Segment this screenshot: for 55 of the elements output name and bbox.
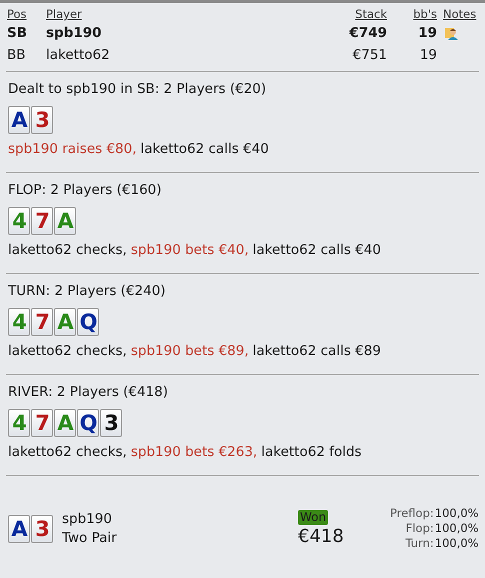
action-text: laketto62 checks, bbox=[8, 444, 127, 460]
table-cell-text: 19 bbox=[417, 24, 437, 43]
equity-value: 100,0% bbox=[434, 536, 479, 551]
hand-name: Two Pair bbox=[62, 528, 118, 548]
table-cell-text: 19 bbox=[418, 46, 437, 65]
action-text: laketto62 checks, bbox=[8, 242, 127, 258]
action-text: laketto62 calls €89 bbox=[252, 343, 381, 359]
table-cell-text: €749 bbox=[348, 24, 387, 43]
equity-value: 100,0% bbox=[434, 506, 479, 521]
user-note-icon[interactable] bbox=[445, 27, 459, 40]
playing-card: 3 bbox=[31, 514, 53, 542]
playing-card: 7 bbox=[31, 409, 53, 437]
street-title: TURN: 2 Players (€240) bbox=[8, 283, 167, 299]
street-title: RIVER: 2 Players (€418) bbox=[8, 384, 170, 400]
playing-card: 3 bbox=[31, 106, 53, 134]
playing-card: 3 bbox=[100, 409, 122, 437]
playing-card: A bbox=[54, 207, 76, 235]
equity-label: Preflop: bbox=[390, 506, 434, 521]
column-header[interactable]: Notes bbox=[437, 7, 479, 21]
column-header[interactable]: Pos bbox=[7, 7, 46, 21]
player-name: spb190 bbox=[62, 510, 113, 528]
action-text: laketto62 folds bbox=[261, 444, 362, 460]
playing-card: Q bbox=[77, 409, 99, 437]
equity-label: Flop: bbox=[404, 521, 434, 536]
action-text: laketto62 calls €40 bbox=[140, 141, 269, 157]
street-title: FLOP: 2 Players (€160) bbox=[8, 182, 163, 198]
column-header[interactable]: Stack bbox=[327, 7, 387, 21]
playing-card: 4 bbox=[8, 207, 30, 235]
action-text: spb190 bets €263, bbox=[130, 444, 258, 460]
column-header[interactable]: bb's bbox=[387, 7, 437, 21]
table-cell-text: laketto62 bbox=[46, 46, 111, 65]
action-text: spb190 bets €40, bbox=[130, 242, 249, 258]
playing-card: 7 bbox=[31, 308, 53, 336]
action-text: spb190 bets €89, bbox=[130, 343, 249, 359]
playing-card: 4 bbox=[8, 308, 30, 336]
action-text: laketto62 checks, bbox=[8, 343, 127, 359]
action-text: laketto62 calls €40 bbox=[252, 242, 381, 258]
playing-card: A bbox=[54, 308, 76, 336]
action-text: spb190 raises €80, bbox=[8, 141, 137, 157]
won-badge: Won bbox=[298, 510, 328, 525]
street-title: Dealt to spb190 in SB: 2 Players (€20) bbox=[8, 81, 268, 97]
won-amount: €418 bbox=[298, 526, 344, 547]
table-cell-text: €751 bbox=[352, 46, 387, 65]
equity-value: 100,0% bbox=[434, 521, 479, 536]
equity-label: Turn: bbox=[404, 536, 434, 551]
column-header[interactable]: Player bbox=[46, 7, 327, 21]
playing-card: A bbox=[54, 409, 76, 437]
table-cell-text: SB bbox=[7, 24, 28, 43]
table-cell-text: BB bbox=[7, 46, 27, 65]
playing-card: 4 bbox=[8, 409, 30, 437]
playing-card: A bbox=[8, 514, 30, 542]
playing-card: 7 bbox=[31, 207, 53, 235]
table-cell-text: spb190 bbox=[46, 24, 103, 43]
playing-card: Q bbox=[77, 308, 99, 336]
playing-card: A bbox=[8, 106, 30, 134]
